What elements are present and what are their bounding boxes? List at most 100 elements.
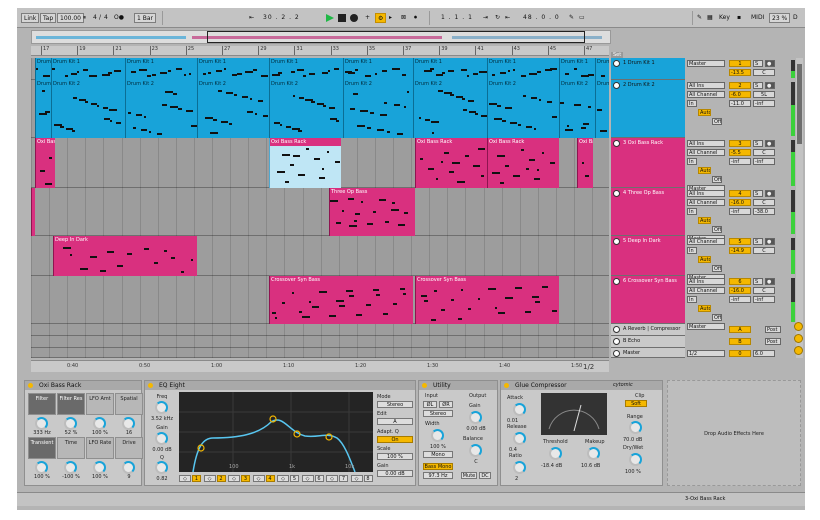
track-header-5[interactable]: 5 Deep In Dark [611,236,685,276]
clip[interactable]: Drum Kit 2 [35,80,51,138]
return-track-header[interactable]: B Echo [611,336,685,348]
grid-icon[interactable]: ▦ [707,13,713,23]
clip[interactable]: Drum Kit 1 [51,58,125,80]
routing-all-channel[interactable]: All Channel [687,199,725,206]
send-a-field[interactable]: -inf [729,208,751,215]
metronome-icon[interactable]: O● [114,13,124,23]
solo-button[interactable]: S [753,278,763,285]
routing-off[interactable]: Off [712,118,722,125]
routing-all-ins[interactable]: All Ins [687,140,725,147]
macro-knob[interactable] [35,417,48,430]
macro-pad[interactable]: LFO Amt [86,393,114,415]
pan-field[interactable]: C [753,69,775,76]
clip[interactable]: Oxi Bass Rack [577,138,593,188]
track-activator[interactable]: 4 [729,190,751,197]
volume-field[interactable]: -16.0 [729,287,751,294]
punch-out-icon[interactable]: ⇤ [505,13,510,23]
volume-field[interactable]: -16.0 [729,199,751,206]
clip[interactable]: Drum Kit 2 [197,80,269,138]
eq-band-filter-type[interactable]: ◇ [203,475,216,482]
clip[interactable]: Crossover Syn Bass [415,276,559,324]
track-fold-icon[interactable] [613,350,620,357]
macro-pad[interactable]: Filter [28,393,56,415]
arm-button[interactable]: ● [765,82,775,89]
eq-power-icon[interactable] [148,383,153,388]
track-fold-icon[interactable] [613,60,620,67]
clip[interactable]: Drum Kit 2 [413,80,487,138]
pan-field[interactable]: C [753,149,775,156]
effects-drop-zone[interactable]: Drop Audio Effects Here [667,380,801,486]
macro-pad[interactable]: Transient [28,437,56,459]
macro-knob[interactable] [93,417,106,430]
routing-in[interactable]: In [687,247,697,254]
draw-mode-icon[interactable]: ✎ [569,13,574,23]
eq-band-filter-type[interactable]: ◇ [252,475,265,482]
routing-in[interactable]: In [687,158,697,165]
routing-all-ins[interactable]: All Ins [687,190,725,197]
routing-off[interactable]: Off [712,265,722,272]
macro-pad[interactable]: Spatial [115,393,143,415]
routing-in[interactable]: In [687,208,697,215]
utility-mute-button[interactable]: Mute [461,472,477,479]
routing-master[interactable]: Master [687,60,725,67]
send-a-field[interactable]: -inf [729,296,751,303]
track-fold-icon[interactable] [613,190,620,197]
eq-band-toggle[interactable]: 3 [241,475,250,482]
glue-range-knob[interactable] [629,421,642,434]
arm-button[interactable]: ● [765,278,775,285]
arm-button[interactable]: ● [765,238,775,245]
utility-mono-button[interactable]: Mono [423,451,453,458]
glue-drywet-knob[interactable] [629,453,642,466]
utility-title-bar[interactable]: Utility [419,381,497,390]
automation-arm-icon[interactable]: ⚙ [375,13,387,23]
routing-auto[interactable]: Auto [698,109,711,116]
beat-time-ruler[interactable]: 17 19 21 23 25 27 29 31 33 35 37 39 41 43 45 47 [31,46,609,56]
song-position[interactable]: 30 . 2 . 2 [263,13,300,23]
loop-switch-icon[interactable]: ↻ [495,13,500,23]
track-fold-icon[interactable] [613,82,620,89]
punch-in-icon[interactable]: ⇥ [483,13,488,23]
routing-in[interactable]: In [687,100,697,107]
eq-band-toggle[interactable]: 4 [265,475,275,482]
clip[interactable]: Drum Kit 1 [559,58,595,80]
eq-band-toggle[interactable]: 1 [192,475,201,482]
track-fold-icon[interactable] [613,238,620,245]
midi-map-button[interactable]: MIDI [751,13,764,23]
clip[interactable]: Drum Kit 2 [487,80,559,138]
link-button[interactable]: Link [21,13,40,23]
eq-band-toggle[interactable]: 2 [216,475,226,482]
tap-tempo-button[interactable]: Tap [40,13,57,23]
arm-button[interactable]: ● [765,60,775,67]
pencil-icon[interactable]: ✎ [697,13,702,23]
clip[interactable]: Three Op Bass [329,188,415,236]
clip[interactable]: Drum Kit 2 [559,80,595,138]
eq-band-filter-type[interactable]: ◇ [228,475,240,482]
macro-pad[interactable]: Filter Res [57,393,85,415]
arm-button[interactable]: ● [765,190,775,197]
session-record-icon[interactable]: ⏺ [414,13,417,23]
stop-button[interactable] [338,14,346,22]
utility-dc-button[interactable]: DC [479,472,491,479]
overview-visible-range[interactable] [207,31,585,43]
track-fold-icon[interactable] [613,326,620,333]
routing-all-channel[interactable]: All Channel [687,149,725,156]
track-activator[interactable]: 1 [729,60,751,67]
solo-button[interactable]: S [753,140,763,147]
glue-power-icon[interactable] [504,383,509,388]
quantize-menu[interactable]: 1 Bar [134,13,156,23]
track-header-4[interactable]: 4 Three Op Bass [611,188,685,236]
pan-field[interactable]: C [753,199,775,206]
capture-icon[interactable]: ⊠ [401,13,406,23]
master-volume[interactable]: 6.0 [753,350,775,357]
computer-keyboard-icon[interactable]: ▭ [579,13,585,23]
clip[interactable]: Drum Kit 1 [595,58,609,80]
utility-bass-freq[interactable]: 97.3 Hz [423,472,453,479]
eq-band-filter-type[interactable]: ◇ [277,475,289,482]
eq-band-filter-type[interactable]: ◇ [350,475,363,482]
clip[interactable]: Drum Kit 2 [125,80,197,138]
macro-knob[interactable] [93,461,106,474]
solo-button[interactable]: S [753,60,763,67]
send-a-field[interactable]: -11.0 [729,100,751,107]
loop-start-field[interactable]: 1 . 1 . 1 [441,13,473,23]
solo-button[interactable]: S [753,82,763,89]
